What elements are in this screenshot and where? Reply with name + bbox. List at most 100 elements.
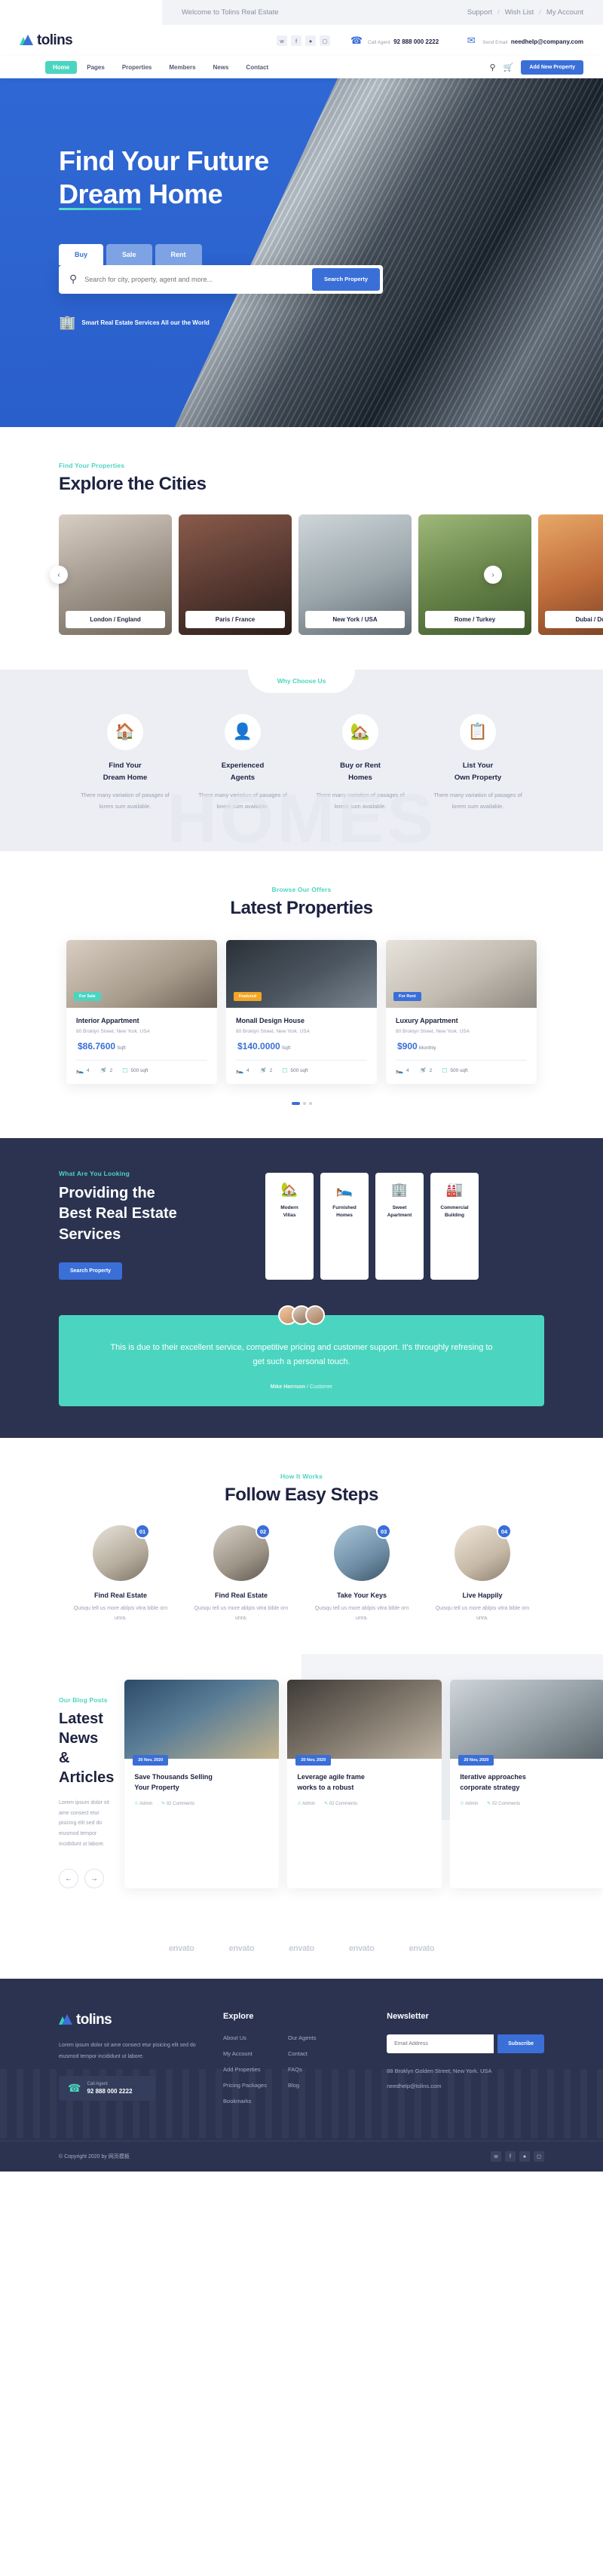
twitter-icon[interactable]: w [277, 35, 288, 46]
dribbble-icon[interactable]: ● [305, 35, 317, 46]
support-link[interactable]: Support [467, 8, 492, 17]
search-icon[interactable]: ⚲ [490, 63, 496, 72]
step-item[interactable]: 02 Find Real Estate Quisqu tell us more … [188, 1524, 295, 1624]
footer-link[interactable]: Bookmarks [223, 2098, 267, 2104]
brand-logo: envato [168, 1944, 194, 1954]
properties-grid: For Sale Interior Appartment 80 Broklyn … [0, 939, 603, 1084]
hero-search-tabs: Buy Sale Rent [59, 243, 603, 265]
city-card[interactable]: New York / USA [298, 514, 412, 635]
property-price: $86.7600 Sqft [78, 1040, 126, 1051]
hero-heading-line1: Find Your Future [59, 145, 269, 176]
my-account-link[interactable]: My Account [546, 8, 583, 17]
city-card[interactable]: Dubai / Dubai [538, 514, 603, 635]
property-name: Luxury Appartment [396, 1016, 458, 1024]
carousel-next-icon[interactable]: › [484, 566, 502, 584]
call-agent-block[interactable]: ☎ Call Agent 92 888 000 2222 [350, 34, 439, 47]
topbar-left-spacer [0, 0, 162, 25]
nav-item-contact[interactable]: Contact [238, 61, 276, 74]
footer-link-list-2: Our Agents Contact FAQs Blog [288, 2034, 317, 2114]
footer-link[interactable]: About Us [223, 2034, 267, 2041]
tab-rent[interactable]: Rent [155, 243, 202, 265]
dot[interactable] [302, 1101, 306, 1105]
footer-email[interactable]: needhelp@tolins.com [387, 2080, 544, 2092]
why-choose-us-pill: Why Choose Us [248, 670, 355, 693]
why-item-desc: There many variation of pasages of lorem… [433, 792, 522, 810]
footer-link[interactable]: Our Agents [288, 2034, 317, 2041]
cities-section: Find Your Properties Explore the Cities … [0, 427, 603, 635]
news-card[interactable]: 20 Nov, 2020 Iterative approaches corpora… [450, 1680, 603, 1889]
service-card[interactable]: 🏢 Sweet Apartment [375, 1172, 424, 1280]
dot[interactable] [308, 1101, 312, 1105]
footer-explore-heading: Explore [223, 2012, 254, 2022]
city-card[interactable]: London / England [59, 514, 172, 635]
newsletter-email-input[interactable] [387, 2034, 494, 2054]
city-label: London / England [66, 611, 165, 628]
hero-search-bar: ⚲ Search Property [59, 264, 383, 294]
search-property-button[interactable]: Search Property [59, 1262, 123, 1280]
service-card[interactable]: 🏭 Commercial Building [430, 1172, 479, 1280]
step-title: Take Your Keys [336, 1592, 387, 1600]
news-card-title: Leverage agile frame works to a robust [297, 1773, 365, 1791]
why-item[interactable]: 📋 List Your Own Property There many varia… [427, 714, 529, 812]
dot-active[interactable] [291, 1101, 300, 1105]
news-card[interactable]: 20 Nov, 2020 Leverage agile frame works t… [287, 1680, 442, 1889]
step-item[interactable]: 04 Live Happily Quisqu tell us more ablp… [429, 1524, 536, 1624]
city-card[interactable]: Rome / Turkey [418, 514, 531, 635]
footer-link[interactable]: My Account [223, 2050, 267, 2057]
services-title: Providing the Best Real Estate Services [59, 1184, 177, 1244]
footer-link[interactable]: Contact [288, 2050, 317, 2057]
search-input[interactable] [84, 275, 313, 283]
instagram-icon[interactable]: ◻ [320, 35, 331, 46]
tab-buy[interactable]: Buy [59, 243, 104, 265]
step-number: 02 [256, 1524, 271, 1540]
send-email-block[interactable]: ✉ Send Email needhelp@company.com [464, 34, 583, 47]
footer-link[interactable]: Add Properties [223, 2066, 267, 2073]
cart-icon[interactable]: 🛒 [504, 63, 514, 72]
footer: tolins Lorem ipsum dolor sit ame consect… [0, 1979, 603, 2172]
steps-eyebrow: How It Works [280, 1473, 323, 1481]
dribbble-icon[interactable]: ● [519, 2151, 530, 2162]
search-property-button[interactable]: Search Property [312, 267, 380, 291]
facebook-icon[interactable]: f [505, 2151, 516, 2162]
add-new-property-button[interactable]: Add New Property [521, 60, 583, 75]
footer-logo[interactable]: tolins [59, 2012, 196, 2028]
footer-link[interactable]: Pricing Packages [223, 2082, 267, 2089]
city-card[interactable]: Paris / France [179, 514, 292, 635]
carousel-prev-icon[interactable]: ‹ [50, 566, 68, 584]
site-logo[interactable]: tolins [20, 32, 73, 49]
footer-link[interactable]: Blog [288, 2082, 317, 2089]
news-date: 20 Nov, 2020 [458, 1755, 494, 1766]
nav-item-home[interactable]: Home [45, 61, 78, 74]
service-card[interactable]: 🛌 Furnished Homes [320, 1172, 369, 1280]
user-icon: ☉ [134, 1802, 139, 1806]
step-item[interactable]: 01 Find Real Estate Quisqu tell us more … [67, 1524, 174, 1624]
news-next-icon[interactable]: → [84, 1869, 104, 1889]
footer-link[interactable]: FAQs [288, 2066, 317, 2073]
property-card[interactable]: For Sale Interior Appartment 80 Broklyn … [66, 939, 217, 1084]
carousel-dots[interactable] [0, 1101, 603, 1105]
property-image: For Sale [66, 939, 217, 1008]
brand-logos-row: envato envato envato envato envato [0, 1918, 603, 1979]
area-icon: ☐ [282, 1067, 288, 1074]
step-item[interactable]: 03 Take Your Keys Quisqu tell us more ab… [308, 1524, 415, 1624]
nav-item-properties[interactable]: Properties [115, 61, 160, 74]
subscribe-button[interactable]: Subscribe [497, 2034, 544, 2054]
news-prev-icon[interactable]: ← [59, 1869, 78, 1889]
facebook-icon[interactable]: f [291, 35, 302, 46]
nav-item-members[interactable]: Members [161, 61, 203, 74]
property-card[interactable]: Featured Monall Design House 80 Broklyn … [226, 939, 377, 1084]
properties-title: Latest Properties [230, 897, 373, 918]
footer-columns: tolins Lorem ipsum dolor sit ame consect… [0, 2012, 603, 2114]
nav-item-pages[interactable]: Pages [79, 61, 112, 74]
why-item[interactable]: 🏠 Find Your Dream Home There many variati… [74, 714, 176, 812]
service-card[interactable]: 🏡 Modern Villas [265, 1172, 314, 1280]
tab-sale[interactable]: Sale [106, 243, 152, 265]
instagram-icon[interactable]: ◻ [534, 2151, 544, 2162]
twitter-icon[interactable]: w [491, 2151, 501, 2162]
wishlist-link[interactable]: Wish List [505, 8, 534, 17]
comment-icon: ✎ [161, 1802, 166, 1806]
property-card[interactable]: For Rent Luxury Appartment 80 Broklyn St… [386, 939, 537, 1084]
footer-call-agent[interactable]: ☎ Call Agent 92 888 000 2222 [59, 2075, 155, 2101]
nav-item-news[interactable]: News [206, 61, 237, 74]
news-card[interactable]: 20 Nov, 2020 Save Thousands Selling Your … [124, 1680, 280, 1889]
